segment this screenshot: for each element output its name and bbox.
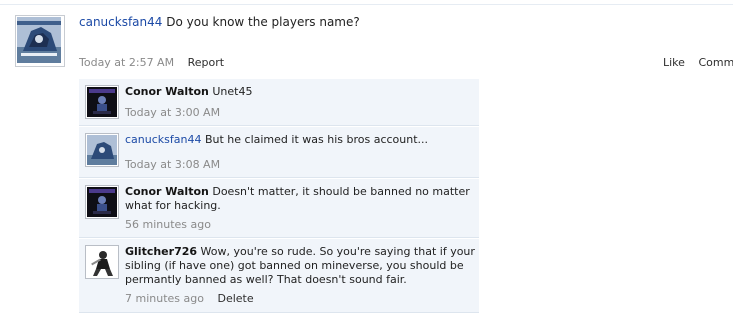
comment-body: Conor Walton Unet45 Today at 3:00 AM	[125, 85, 475, 120]
comment-item: canucksfan44 But he claimed it was his b…	[79, 127, 479, 178]
comment-link[interactable]: Comment	[698, 56, 733, 69]
post-meta: Today at 2:57 AM Report	[79, 56, 224, 69]
post-author-avatar[interactable]	[15, 15, 65, 67]
top-divider	[0, 4, 733, 5]
comment-text: Unet45	[212, 85, 253, 98]
ninja-character-icon	[87, 247, 117, 277]
comment-body: canucksfan44 But he claimed it was his b…	[125, 133, 475, 172]
post-message: canucksfan44 Do you know the players nam…	[79, 15, 360, 29]
dark-character-icon	[87, 87, 117, 117]
report-link[interactable]: Report	[188, 56, 224, 69]
comment-timestamp[interactable]: 56 minutes ago	[125, 218, 211, 231]
comment-author-link[interactable]: canucksfan44	[125, 133, 201, 146]
post-actions: Like Comment	[663, 56, 733, 69]
hockey-logo-icon	[17, 17, 61, 63]
comment-item: Conor Walton Doesn't matter, it should b…	[79, 179, 479, 238]
post-text: Do you know the players name?	[166, 15, 360, 29]
comment-author-avatar[interactable]	[85, 185, 119, 219]
comment-author-link[interactable]: Conor Walton	[125, 185, 209, 198]
comment-author-avatar[interactable]	[85, 133, 119, 167]
comment-timestamp[interactable]: 7 minutes ago	[125, 292, 204, 305]
post-timestamp[interactable]: Today at 2:57 AM	[79, 56, 174, 69]
comment-text: But he claimed it was his bros account..…	[204, 133, 429, 146]
hockey-logo-icon	[87, 135, 117, 165]
comment-item: Glitcher726 Wow, you're so rude. So you'…	[79, 239, 479, 313]
comment-author-link[interactable]: Conor Walton	[125, 85, 209, 98]
comment-author-avatar[interactable]	[85, 85, 119, 119]
comment-timestamp[interactable]: Today at 3:00 AM	[125, 106, 220, 119]
delete-link[interactable]: Delete	[217, 292, 253, 305]
comment-timestamp[interactable]: Today at 3:08 AM	[125, 158, 220, 171]
post-author-link[interactable]: canucksfan44	[79, 15, 162, 29]
comment-item: Conor Walton Unet45 Today at 3:00 AM	[79, 79, 479, 126]
comment-author-avatar[interactable]	[85, 245, 119, 279]
comment-body: Glitcher726 Wow, you're so rude. So you'…	[125, 245, 475, 306]
dark-character-icon	[87, 187, 117, 217]
comment-body: Conor Walton Doesn't matter, it should b…	[125, 185, 475, 232]
comment-author-link[interactable]: Glitcher726	[125, 245, 197, 258]
like-link[interactable]: Like	[663, 56, 685, 69]
comment-list: Conor Walton Unet45 Today at 3:00 AM can…	[79, 79, 479, 314]
